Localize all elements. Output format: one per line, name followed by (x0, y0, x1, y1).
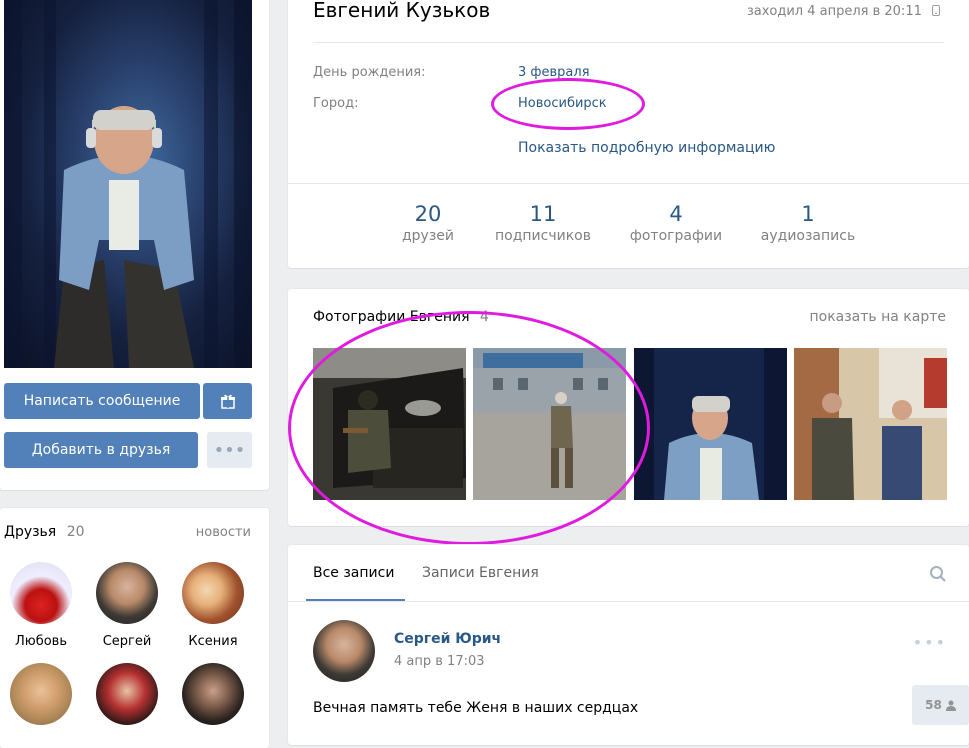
friend-item[interactable]: Ксения (168, 562, 258, 649)
post-timestamp[interactable]: 4 апр в 17:03 (394, 654, 485, 669)
avatar-image (4, 0, 252, 368)
counter-audio[interactable]: 1 аудиозапись (748, 202, 868, 244)
profile-name: Евгений Кузьков (313, 0, 491, 22)
friend-item[interactable]: Любовь (0, 562, 86, 649)
photo-image (634, 348, 787, 500)
friend-item[interactable] (168, 663, 258, 725)
counter-number: 11 (529, 202, 557, 226)
photo-thumbnail[interactable] (313, 348, 466, 500)
counter-label: фотографии (629, 228, 723, 244)
mobile-icon (932, 5, 940, 16)
friends-news-link[interactable]: новости (196, 525, 251, 540)
person-icon (945, 700, 956, 711)
show-on-map-link[interactable]: показать на карте (809, 309, 946, 325)
birthday-value[interactable]: 3 февраля (518, 65, 590, 80)
friend-avatar (96, 562, 158, 624)
friend-name: Ксения (188, 634, 238, 649)
city-label: Город: (313, 96, 359, 111)
friend-item[interactable] (0, 663, 86, 725)
photos-card: Фотографии Евгения 4 показать на карте (288, 289, 969, 545)
counter-label: друзей (401, 228, 454, 244)
friend-avatar (182, 562, 244, 624)
more-actions-button[interactable]: ••• (207, 432, 252, 468)
divider (288, 601, 969, 602)
views-count: 58 (925, 698, 942, 712)
counter-number: 1 (801, 202, 815, 226)
photos-title-label: Фотографии Евгения (313, 309, 470, 325)
tab-all-posts[interactable]: Все записи (313, 565, 394, 581)
last-seen-text: заходил 4 апреля в 20:11 (746, 4, 922, 19)
counter-number: 4 (669, 202, 683, 226)
send-message-button[interactable]: Написать сообщение (4, 383, 200, 419)
counter-label: подписчиков (495, 228, 591, 244)
wall-card: Все записи Записи Евгения Сергей Юрич 4 … (288, 545, 969, 745)
photo-thumbnail[interactable] (473, 348, 626, 500)
post-text: Вечная память тебе Женя в наших сердцах (313, 700, 639, 716)
post-views-badge: 58 (912, 685, 969, 725)
last-seen: заходил 4 апреля в 20:11 (747, 4, 940, 19)
post-more-button[interactable]: ••• (913, 633, 947, 652)
photo-image (473, 348, 626, 500)
friend-item[interactable]: Сергей (82, 562, 172, 649)
divider (313, 42, 944, 43)
photo-thumbnail[interactable] (794, 348, 947, 500)
friend-avatar (96, 663, 158, 725)
profile-info-card: Евгений Кузьков заходил 4 апреля в 20:11… (288, 0, 969, 268)
counter-followers[interactable]: 11 подписчиков (483, 202, 603, 244)
photo-image (794, 348, 947, 500)
post-author-avatar[interactable] (313, 620, 375, 682)
search-icon (930, 566, 946, 582)
wall-search-button[interactable] (929, 565, 947, 587)
friends-card: Друзья 20 новости Любовь Сергей Ксения (0, 508, 269, 748)
friend-avatar (182, 663, 244, 725)
friends-count: 20 (66, 524, 85, 540)
counter-label: аудиозапись (760, 228, 856, 244)
friends-title[interactable]: Друзья 20 (4, 524, 85, 540)
counter-number: 20 (414, 202, 442, 226)
divider (288, 183, 969, 184)
add-friend-button[interactable]: Добавить в друзья (4, 432, 198, 468)
friend-item[interactable] (82, 663, 172, 725)
friends-label: Друзья (4, 524, 57, 540)
tab-own-posts[interactable]: Записи Евгения (422, 565, 539, 581)
show-more-info-link[interactable]: Показать подробную информацию (518, 140, 775, 156)
profile-avatar[interactable] (4, 0, 252, 368)
friend-name: Любовь (14, 634, 67, 649)
friend-name: Сергей (102, 634, 152, 649)
birthday-label: День рождения: (313, 65, 426, 80)
gift-button[interactable] (203, 383, 252, 419)
friend-avatar (10, 562, 72, 624)
photos-title[interactable]: Фотографии Евгения 4 (313, 309, 489, 325)
counter-photos[interactable]: 4 фотографии (621, 202, 731, 244)
counter-friends[interactable]: 20 друзей (383, 202, 473, 244)
friend-avatar (10, 663, 72, 725)
post-author-name[interactable]: Сергей Юрич (394, 631, 501, 647)
photo-thumbnail[interactable] (634, 348, 787, 500)
city-value[interactable]: Новосибирск (518, 96, 607, 111)
gift-icon (220, 394, 235, 409)
profile-photo-card: Написать сообщение Добавить в друзья ••• (0, 0, 269, 490)
photo-image (313, 348, 466, 500)
photos-count: 4 (479, 309, 489, 325)
